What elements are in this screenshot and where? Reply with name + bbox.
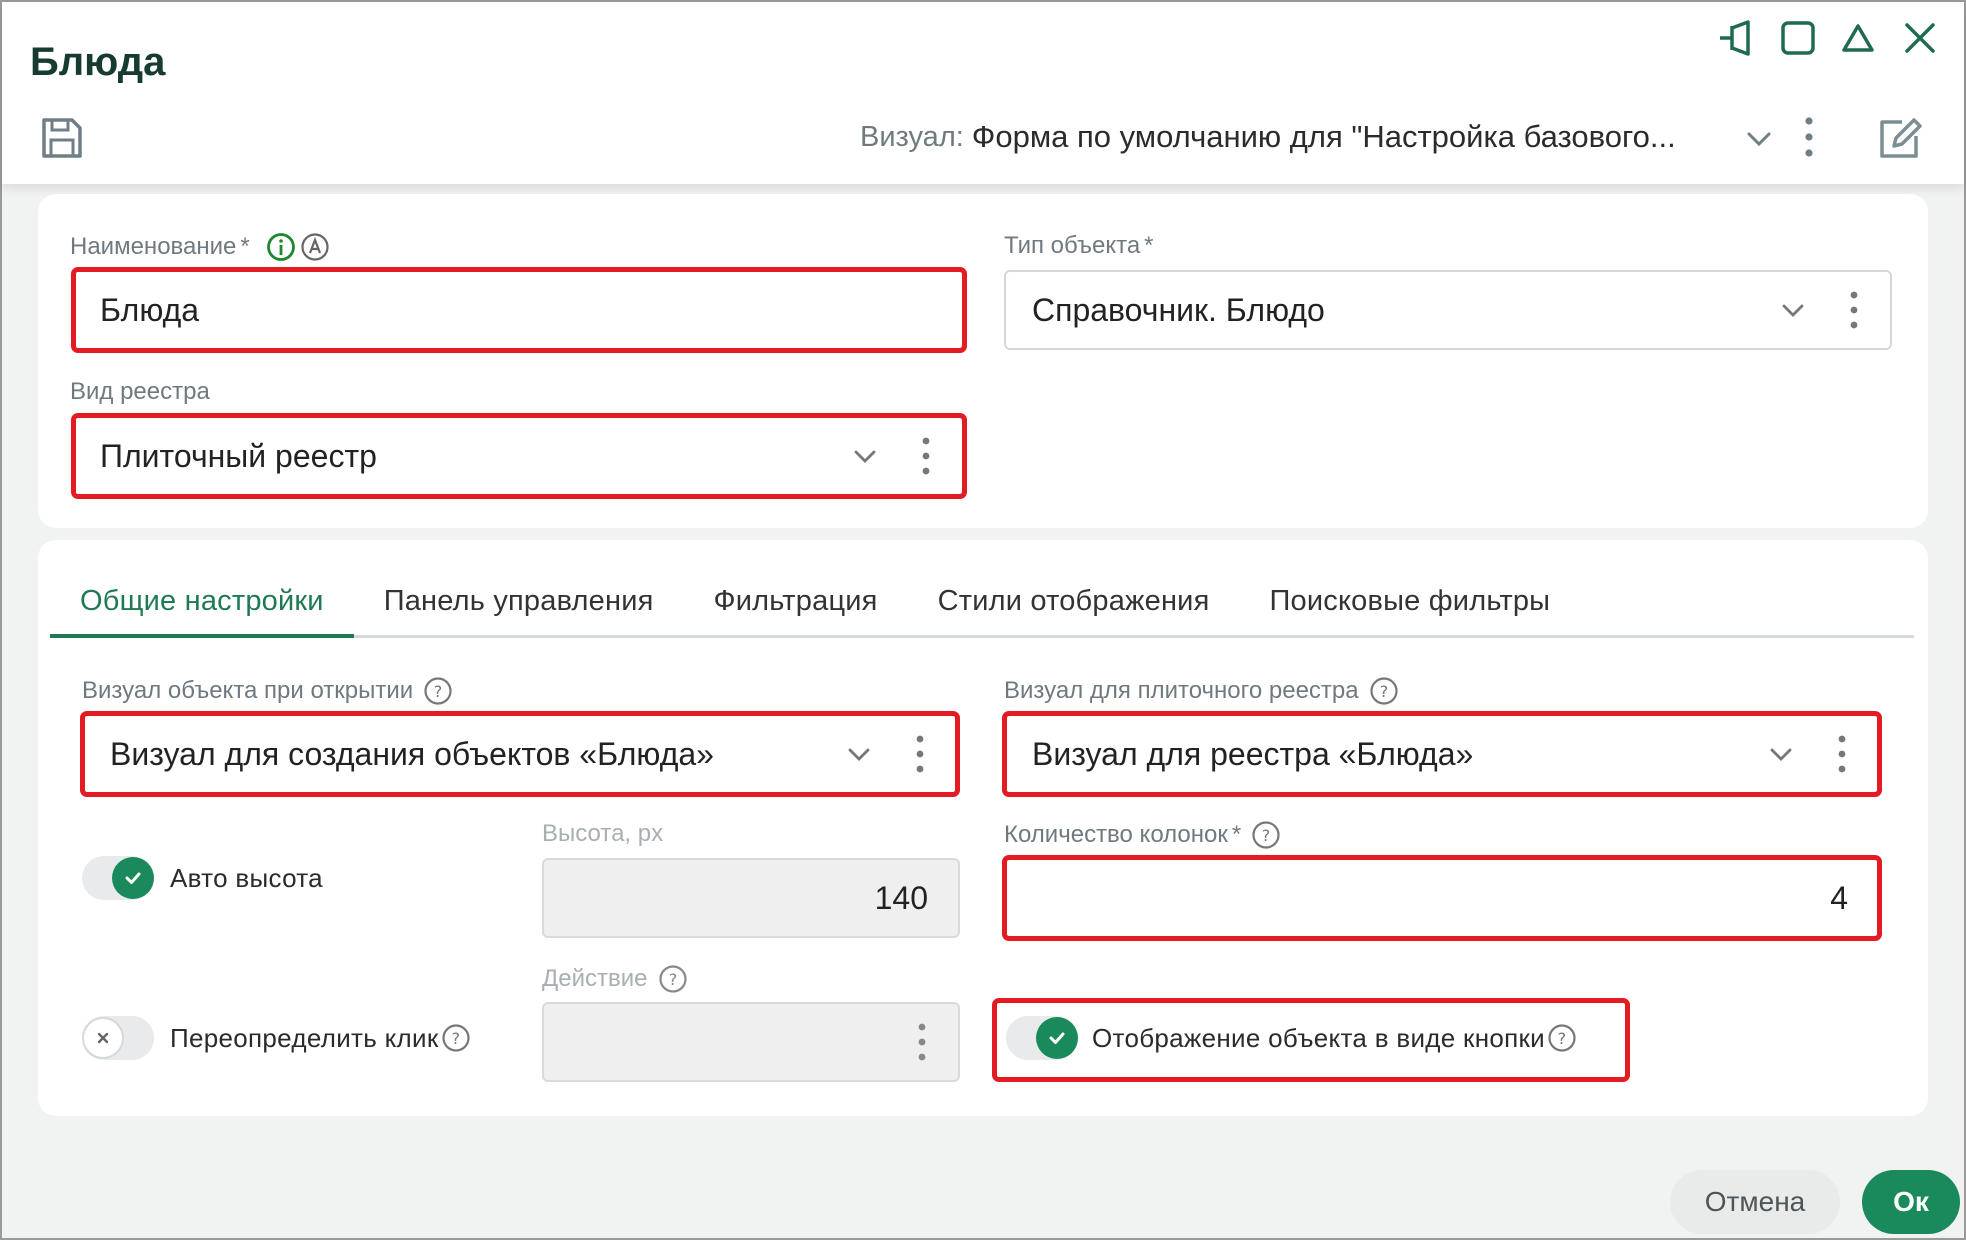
pin-icon[interactable]: [1716, 16, 1760, 60]
dialog-header: Блюда Визуал: Форма по умолчанию для "На…: [2, 2, 1964, 184]
svg-text:?: ?: [451, 1029, 460, 1048]
help-icon[interactable]: ?: [1547, 1023, 1577, 1053]
settings-tabs: Общие настройки Панель управления Фильтр…: [50, 568, 1914, 638]
auto-translate-icon[interactable]: [300, 232, 330, 262]
override-click-toggle[interactable]: [82, 1016, 154, 1060]
visual-selector[interactable]: Визуал: Форма по умолчанию для "Настройк…: [860, 114, 1676, 160]
more-vertical-icon[interactable]: [1832, 732, 1852, 776]
visual-open-select[interactable]: Визуал для создания объектов «Блюда»: [82, 714, 958, 794]
save-icon[interactable]: [38, 114, 86, 162]
more-vertical-icon[interactable]: [1792, 114, 1826, 160]
chevron-down-icon[interactable]: [1778, 295, 1808, 325]
height-label: Высота, px: [542, 820, 664, 847]
maximize-icon[interactable]: [1776, 16, 1820, 60]
name-input[interactable]: Блюда: [72, 270, 964, 350]
cross-icon: [97, 1032, 109, 1044]
chevron-down-icon[interactable]: [1742, 122, 1776, 156]
button-display-label: Отображение объекта в виде кнопки ?: [1092, 1020, 1577, 1056]
svg-text:?: ?: [1262, 826, 1271, 845]
columns-label: Количество колонок * ?: [1004, 820, 1281, 850]
svg-text:?: ?: [668, 970, 677, 989]
visual-label: Визуал:: [860, 120, 964, 153]
tab-control-panel[interactable]: Панель управления: [354, 568, 684, 635]
visual-tile-label: Визуал для плиточного реестра ?: [1004, 676, 1399, 706]
help-icon[interactable]: ?: [658, 964, 688, 994]
button-display-toggle[interactable]: [1006, 1016, 1078, 1060]
cancel-button[interactable]: Отмена: [1670, 1170, 1840, 1234]
visual-open-label: Визуал объекта при открытии ?: [82, 676, 453, 706]
visual-value: Форма по умолчанию для "Настройка базово…: [971, 119, 1676, 154]
dialog-title: Блюда: [30, 40, 166, 84]
object-type-select[interactable]: Справочник. Блюдо: [1004, 270, 1892, 350]
auto-height-label: Авто высота: [170, 862, 323, 893]
ok-button[interactable]: Ок: [1862, 1170, 1960, 1234]
chevron-down-icon[interactable]: [844, 739, 874, 769]
more-vertical-icon[interactable]: [1844, 288, 1864, 332]
action-select[interactable]: [542, 1002, 960, 1082]
more-vertical-icon[interactable]: [916, 434, 936, 478]
check-icon: [1049, 1032, 1065, 1044]
edit-icon[interactable]: [1874, 112, 1926, 164]
tab-display-styles[interactable]: Стили отображения: [908, 568, 1240, 635]
chevron-down-icon[interactable]: [1766, 739, 1796, 769]
override-click-label: Переопределить клик ?: [170, 1020, 471, 1056]
height-input[interactable]: 140: [542, 858, 960, 938]
registry-view-select[interactable]: Плиточный реестр: [72, 416, 964, 496]
close-icon[interactable]: [1898, 16, 1942, 60]
dialog-window: Блюда Визуал: Форма по умолчанию для "На…: [0, 0, 1966, 1240]
info-icon[interactable]: [266, 232, 296, 262]
chevron-down-icon[interactable]: [850, 441, 880, 471]
name-label: Наименование *: [70, 232, 330, 262]
auto-height-toggle[interactable]: [82, 856, 154, 900]
action-label: Действие ?: [542, 964, 688, 994]
tab-filtering[interactable]: Фильтрация: [684, 568, 908, 635]
check-icon: [125, 872, 141, 884]
tab-general[interactable]: Общие настройки: [50, 568, 354, 638]
svg-text:?: ?: [434, 682, 443, 701]
help-icon[interactable]: ?: [1369, 676, 1399, 706]
more-vertical-icon[interactable]: [910, 732, 930, 776]
columns-input[interactable]: 4: [1004, 858, 1880, 938]
help-icon[interactable]: ?: [1251, 820, 1281, 850]
tab-search-filters[interactable]: Поисковые фильтры: [1239, 568, 1580, 635]
svg-text:?: ?: [1379, 682, 1388, 701]
registry-view-label: Вид реестра: [70, 378, 210, 405]
svg-text:?: ?: [1558, 1029, 1567, 1048]
collapse-icon[interactable]: [1836, 16, 1880, 60]
help-icon[interactable]: ?: [441, 1023, 471, 1053]
more-vertical-icon[interactable]: [912, 1020, 932, 1064]
object-type-label: Тип объекта *: [1004, 232, 1154, 259]
visual-tile-select[interactable]: Визуал для реестра «Блюда»: [1004, 714, 1880, 794]
help-icon[interactable]: ?: [423, 676, 453, 706]
